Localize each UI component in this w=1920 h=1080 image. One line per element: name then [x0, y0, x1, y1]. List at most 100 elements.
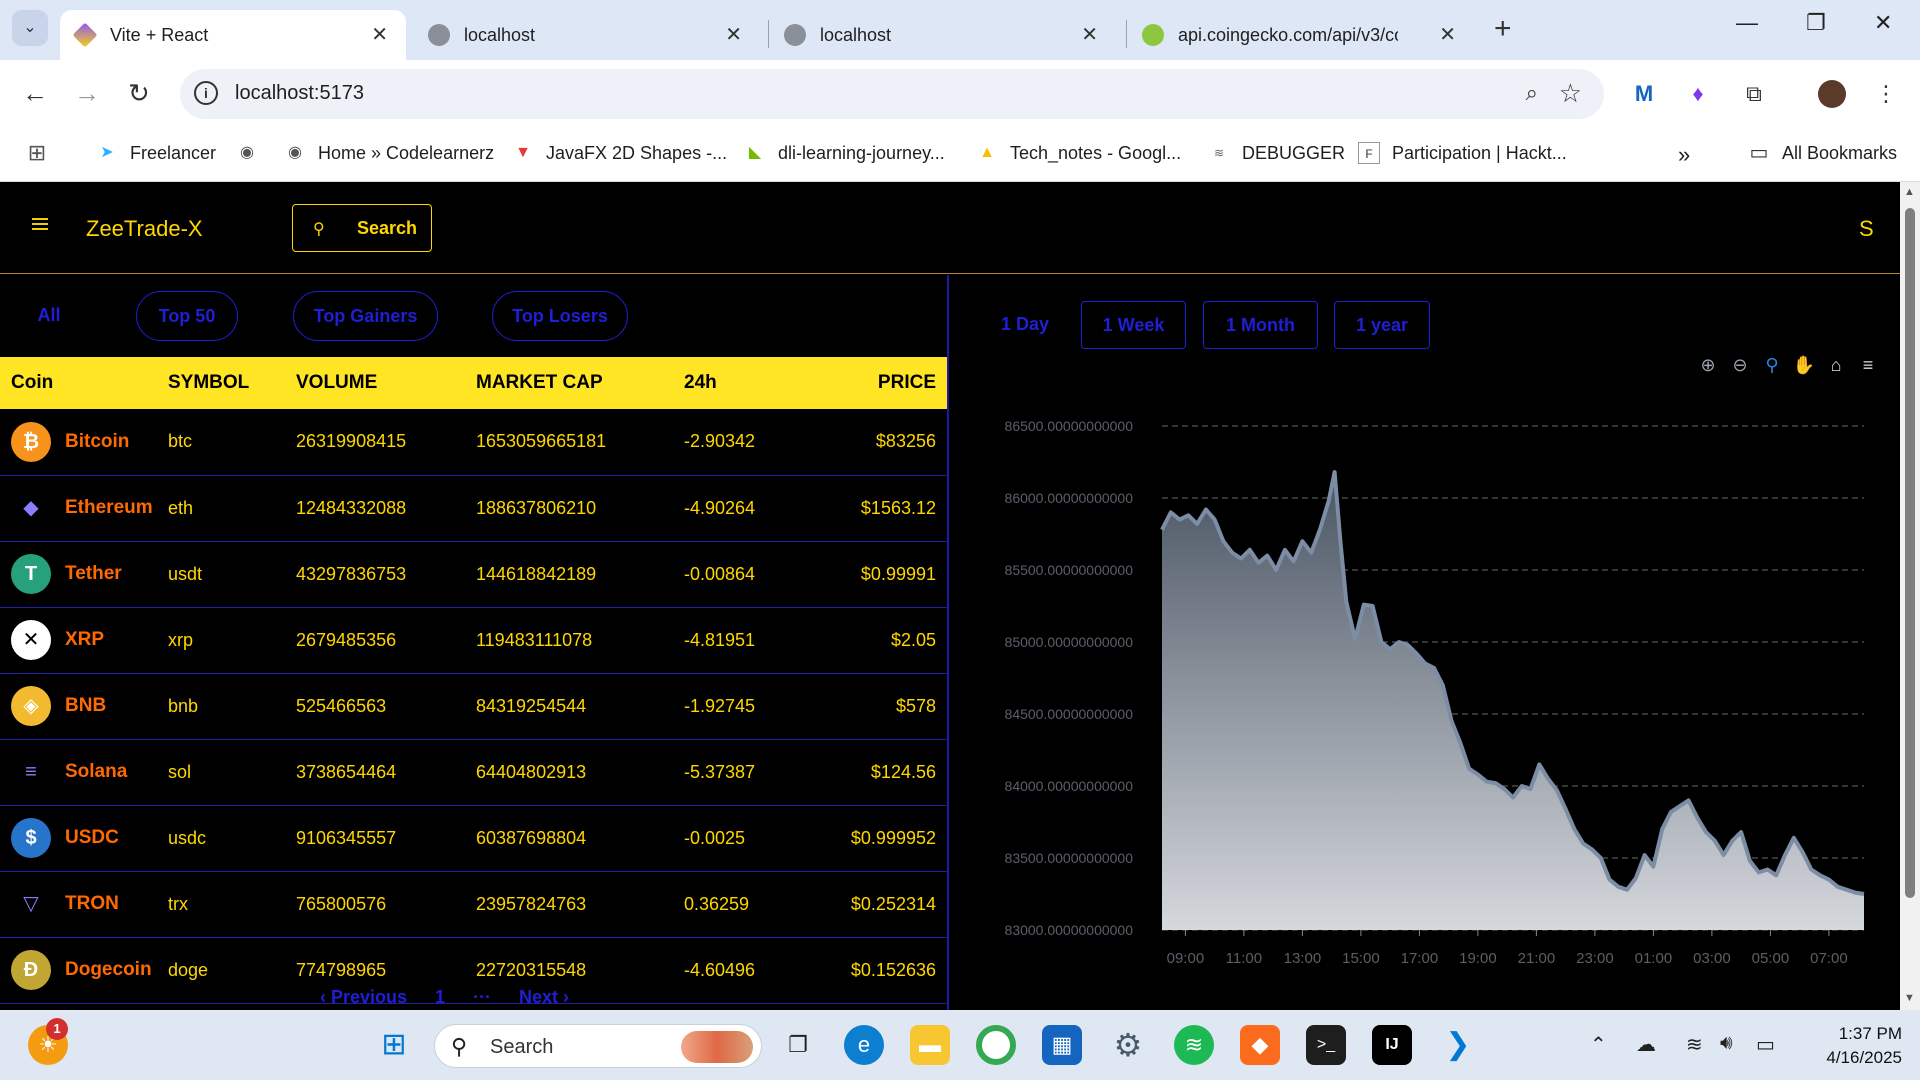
profile-avatar[interactable] — [1818, 80, 1846, 108]
table-row[interactable]: ✕ XRP xrp 2679485356 119483111078 -4.81951 $2.… — [0, 607, 947, 674]
header-right-letter[interactable]: S — [1859, 216, 1874, 242]
coin-cell[interactable]: Ð Dogecoin — [0, 937, 157, 1004]
range-1-year[interactable]: 1 year — [1334, 301, 1430, 349]
coin-cell[interactable]: ✕ XRP — [0, 607, 157, 674]
magnify-icon[interactable]: ⚲ — [1760, 353, 1784, 377]
wifi-icon[interactable]: ≋ — [1686, 1032, 1703, 1057]
menu-icon[interactable]: ≡ — [1856, 353, 1880, 377]
brave-browser-icon[interactable]: ◆ — [1240, 1025, 1280, 1065]
forward-arrow-icon[interactable]: → — [74, 78, 100, 109]
volume-icon[interactable]: 🔊︎ — [1720, 1032, 1733, 1055]
terminal-icon[interactable]: >_ — [1306, 1025, 1346, 1065]
chrome-icon[interactable] — [976, 1025, 1016, 1065]
close-tab-icon[interactable]: ✕ — [725, 22, 742, 47]
column-header-24h[interactable]: 24h — [673, 357, 803, 409]
onedrive-error-icon[interactable]: ☁ — [1636, 1032, 1656, 1057]
coin-cell[interactable]: ◆ Ethereum — [0, 475, 157, 542]
restore-icon[interactable]: ❐ — [1806, 10, 1826, 36]
pan-hand-icon[interactable]: ✋ — [1792, 353, 1816, 377]
coin-cell[interactable]: ≡ Solana — [0, 739, 157, 806]
table-row[interactable]: ≡ Solana sol 3738654464 64404802913 -5.37387 $… — [0, 739, 947, 806]
zoom-in-icon[interactable]: ⊕ — [1696, 353, 1720, 377]
coin-name[interactable]: Bitcoin — [65, 431, 129, 453]
brand-title[interactable]: ZeeTrade-X — [86, 216, 203, 242]
column-header-volume[interactable]: VOLUME — [285, 357, 465, 409]
tab-vite-react[interactable]: Vite + React ✕ — [60, 10, 406, 60]
filter-top-50[interactable]: Top 50 — [136, 291, 238, 341]
coin-cell[interactable]: $ USDC — [0, 805, 157, 872]
range-1-day[interactable]: 1 Day — [995, 301, 1055, 349]
range-1-week[interactable]: 1 Week — [1081, 301, 1186, 349]
zoom-magnifier-icon[interactable]: ⌕ — [1526, 80, 1538, 106]
home-icon[interactable]: ⌂ — [1824, 353, 1848, 377]
bookmark-freelancer[interactable]: ➤ Freelancer — [96, 142, 216, 164]
table-row[interactable]: ◆ Ethereum eth 12484332088 188637806210 -4.90… — [0, 475, 947, 542]
vscode-icon[interactable]: ❯ — [1438, 1025, 1478, 1065]
more-bookmarks-chevron-icon[interactable]: » — [1678, 142, 1690, 168]
bookmark-debugger[interactable]: ≋ DEBUGGER — [1208, 142, 1345, 164]
table-row[interactable]: ▽ TRON trx 765800576 23957824763 0.36259 $0.25… — [0, 871, 947, 938]
coin-cell[interactable]: ◈ BNB — [0, 673, 157, 740]
taskbar-search[interactable]: ⚲ Search — [434, 1024, 762, 1068]
bookmark-hackt[interactable]: F Participation | Hackt... — [1358, 142, 1567, 164]
tab-localhost-2[interactable]: localhost ✕ — [770, 10, 1116, 60]
microsoft-store-icon[interactable]: ▦ — [1042, 1025, 1082, 1065]
intellij-idea-icon[interactable]: IJ — [1372, 1025, 1412, 1065]
windows-start-icon[interactable]: ⊞ — [374, 1025, 414, 1065]
back-arrow-icon[interactable]: ← — [22, 78, 48, 109]
address-bar[interactable]: i localhost:5173 ⌕ ☆ — [180, 69, 1604, 119]
previous-page-link[interactable]: ‹ Previous — [320, 987, 407, 1008]
tab-search-chevron-icon[interactable]: ⌄ — [12, 10, 48, 46]
tab-coingecko[interactable]: api.coingecko.com/api/v3/coins ✕ — [1128, 10, 1474, 60]
battery-icon[interactable]: ▭ — [1756, 1032, 1775, 1057]
all-bookmarks[interactable]: ▭ All Bookmarks — [1748, 142, 1897, 164]
close-tab-icon[interactable]: ✕ — [1081, 22, 1098, 47]
search-button[interactable]: ⚲ Search — [292, 204, 432, 252]
bookmark-star-icon[interactable]: ☆ — [1559, 78, 1582, 109]
spotify-icon[interactable]: ≋ — [1174, 1025, 1214, 1065]
table-row[interactable]: ◈ BNB bnb 525466563 84319254544 -1.92745 $578 — [0, 673, 947, 740]
scroll-up-arrow-icon[interactable]: ▲ — [1904, 186, 1915, 198]
table-row[interactable]: $ USDC usdc 9106345557 60387698804 -0.0025 $0.… — [0, 805, 947, 872]
tray-overflow-chevron-icon[interactable]: ⌃ — [1590, 1032, 1607, 1057]
coin-name[interactable]: TRON — [65, 893, 119, 915]
page-ellipsis[interactable]: ··· — [473, 987, 491, 1008]
close-window-icon[interactable]: ✕ — [1874, 10, 1892, 36]
filter-top-losers[interactable]: Top Losers — [492, 291, 628, 341]
extensions-puzzle-icon[interactable]: ⧉ — [1740, 80, 1768, 108]
coin-name[interactable]: BNB — [65, 695, 106, 717]
coin-name[interactable]: Tether — [65, 563, 122, 585]
scrollbar-thumb[interactable] — [1905, 208, 1915, 898]
coin-name[interactable]: Ethereum — [65, 497, 153, 519]
malwarebytes-extension-icon[interactable]: M — [1630, 80, 1658, 108]
column-header-price[interactable]: PRICE — [803, 357, 947, 409]
column-header-symbol[interactable]: SYMBOL — [157, 357, 285, 409]
settings-gear-icon[interactable]: ⚙ — [1108, 1025, 1148, 1065]
site-info-icon[interactable]: i — [194, 81, 218, 105]
coin-name[interactable]: Solana — [65, 761, 127, 783]
bookmark-dli[interactable]: ◣ dli-learning-journey... — [744, 142, 945, 164]
coin-name[interactable]: Dogecoin — [65, 959, 152, 981]
coin-cell[interactable]: ₿ Bitcoin — [0, 409, 157, 476]
minimize-icon[interactable]: — — [1736, 10, 1758, 36]
close-tab-icon[interactable]: ✕ — [371, 22, 388, 47]
zoom-out-icon[interactable]: ⊖ — [1728, 353, 1752, 377]
system-clock[interactable]: 1:37 PM 4/16/2025 — [1806, 1022, 1902, 1070]
scroll-down-arrow-icon[interactable]: ▼ — [1904, 992, 1915, 1004]
apps-grid-icon[interactable]: ⊞ — [26, 142, 60, 164]
kebab-menu-icon[interactable]: ⋮ — [1872, 80, 1900, 108]
filter-top-gainers[interactable]: Top Gainers — [293, 291, 438, 341]
new-tab-plus-icon[interactable]: + — [1494, 12, 1512, 46]
coin-name[interactable]: XRP — [65, 629, 104, 651]
close-tab-icon[interactable]: ✕ — [1439, 22, 1456, 47]
file-explorer-icon[interactable]: ▬ — [910, 1025, 950, 1065]
table-row[interactable]: ₿ Bitcoin btc 26319908415 1653059665181 -2.90… — [0, 409, 947, 476]
flame-extension-icon[interactable]: ♦ — [1684, 80, 1712, 108]
bookmark-javafx[interactable]: ▼ JavaFX 2D Shapes -... — [512, 142, 727, 164]
page-scrollbar[interactable]: ▲ ▼ — [1900, 182, 1920, 1010]
coin-cell[interactable]: T Tether — [0, 541, 157, 608]
table-row[interactable]: T Tether usdt 43297836753 144618842189 -0.008… — [0, 541, 947, 608]
task-view-icon[interactable]: ❐ — [778, 1025, 818, 1065]
bookmark-globe[interactable]: ◉ — [236, 142, 270, 164]
edge-browser-icon[interactable]: e — [844, 1025, 884, 1065]
